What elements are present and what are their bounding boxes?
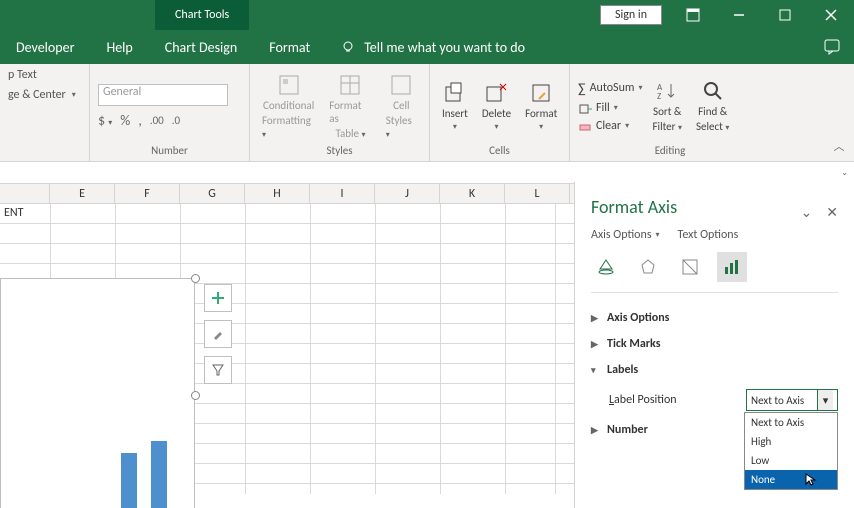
format-button[interactable]: Format▾: [521, 79, 561, 134]
help-tab[interactable]: Help: [90, 30, 148, 64]
maximize-icon[interactable]: [762, 0, 808, 30]
number-group-label: Number: [98, 144, 241, 159]
comma-button[interactable]: ,: [138, 112, 142, 129]
axis-options-section[interactable]: ▶Axis Options: [591, 305, 838, 331]
sign-in-button[interactable]: Sign in: [600, 5, 662, 25]
close-icon[interactable]: [808, 0, 854, 30]
styles-group-label: Styles: [258, 144, 421, 159]
pane-close-icon[interactable]: ✕: [826, 204, 838, 221]
pane-title: Format Axis: [591, 196, 677, 218]
chart-object[interactable]: [0, 278, 195, 508]
lightbulb-icon: [340, 39, 356, 55]
chart-elements-button[interactable]: [204, 284, 232, 312]
axis-options-tab[interactable]: Axis Options ▾: [591, 228, 660, 242]
size-properties-icon[interactable]: [675, 252, 705, 282]
chart-styles-button[interactable]: [204, 320, 232, 348]
clear-button[interactable]: Clear ▾: [578, 119, 642, 133]
tell-me-search[interactable]: Tell me what you want to do: [326, 30, 810, 64]
funnel-icon: [211, 363, 225, 377]
chart-bar: [151, 441, 167, 508]
format-axis-pane: Format Axis ⌄ ✕ Axis Options ▾ Text Opti…: [574, 182, 854, 508]
label-position-label: LLabel Positionabel Position: [609, 393, 736, 407]
eraser-icon: [578, 119, 592, 133]
ribbon-options-icon[interactable]: [670, 0, 716, 30]
chart-bar: [121, 453, 137, 508]
delete-button[interactable]: Delete▾: [478, 79, 515, 134]
format-tab[interactable]: Format: [253, 30, 326, 64]
chart-filters-button[interactable]: [204, 356, 232, 384]
fill-button[interactable]: Fill ▾: [578, 101, 642, 115]
dropdown-option[interactable]: High: [745, 432, 837, 451]
insert-button[interactable]: Insert▾: [438, 79, 472, 134]
autosum-button[interactable]: ∑ AutoSum ▾: [578, 80, 642, 97]
effects-icon[interactable]: [633, 252, 663, 282]
developer-tab[interactable]: Developer: [0, 30, 90, 64]
currency-button[interactable]: $ ▾: [98, 112, 112, 129]
dropdown-arrow-icon[interactable]: ▾: [817, 390, 833, 410]
tick-marks-section[interactable]: ▶Tick Marks: [591, 331, 838, 357]
number-format-select[interactable]: General: [98, 84, 228, 106]
merge-center-button[interactable]: ge & Center ▾: [8, 88, 76, 102]
collapse-ribbon-icon[interactable]: ︿: [830, 137, 848, 155]
axis-options-icon[interactable]: [717, 252, 747, 282]
conditional-formatting-button[interactable]: ConditionalFormatting ▾: [258, 71, 319, 142]
find-select-button[interactable]: Find &Select ▾: [692, 77, 733, 135]
fill-line-icon[interactable]: [591, 252, 621, 282]
cursor-icon: [805, 473, 817, 487]
svg-text:Z: Z: [657, 91, 661, 102]
dropdown-option[interactable]: Next to Axis: [745, 413, 837, 432]
chart-tools-tab: Chart Tools: [155, 0, 249, 30]
label-position-select[interactable]: Next to Axis ▾ Next to Axis High Low Non…: [746, 389, 838, 411]
chart-design-tab[interactable]: Chart Design: [149, 30, 253, 64]
cell-styles-button[interactable]: CellStyles ▾: [382, 71, 421, 142]
decrease-decimal-icon[interactable]: .0: [172, 114, 180, 127]
format-as-table-button[interactable]: Format asTable ▾: [325, 71, 376, 142]
feedback-icon[interactable]: [810, 30, 854, 64]
text-options-tab[interactable]: Text Options: [678, 228, 739, 242]
cells-group-label: Cells: [438, 144, 561, 159]
pane-options-icon[interactable]: ⌄: [801, 204, 813, 221]
formula-bar-expand-icon[interactable]: ⌄: [841, 168, 848, 178]
wrap-text-button[interactable]: p Text: [8, 68, 37, 82]
tell-me-label: Tell me what you want to do: [364, 39, 525, 56]
dropdown-option-selected[interactable]: None: [745, 470, 837, 489]
label-position-dropdown: Next to Axis High Low None: [744, 412, 838, 490]
dropdown-option[interactable]: Low: [745, 451, 837, 470]
percent-button[interactable]: %: [120, 112, 130, 129]
labels-section[interactable]: ▾Labels: [591, 357, 838, 383]
sort-filter-button[interactable]: AZSort &Filter ▾: [648, 77, 686, 135]
minimize-icon[interactable]: [716, 0, 762, 30]
editing-group-label: Editing: [578, 144, 762, 159]
increase-decimal-icon[interactable]: .00: [150, 114, 164, 127]
brush-icon: [211, 327, 225, 341]
